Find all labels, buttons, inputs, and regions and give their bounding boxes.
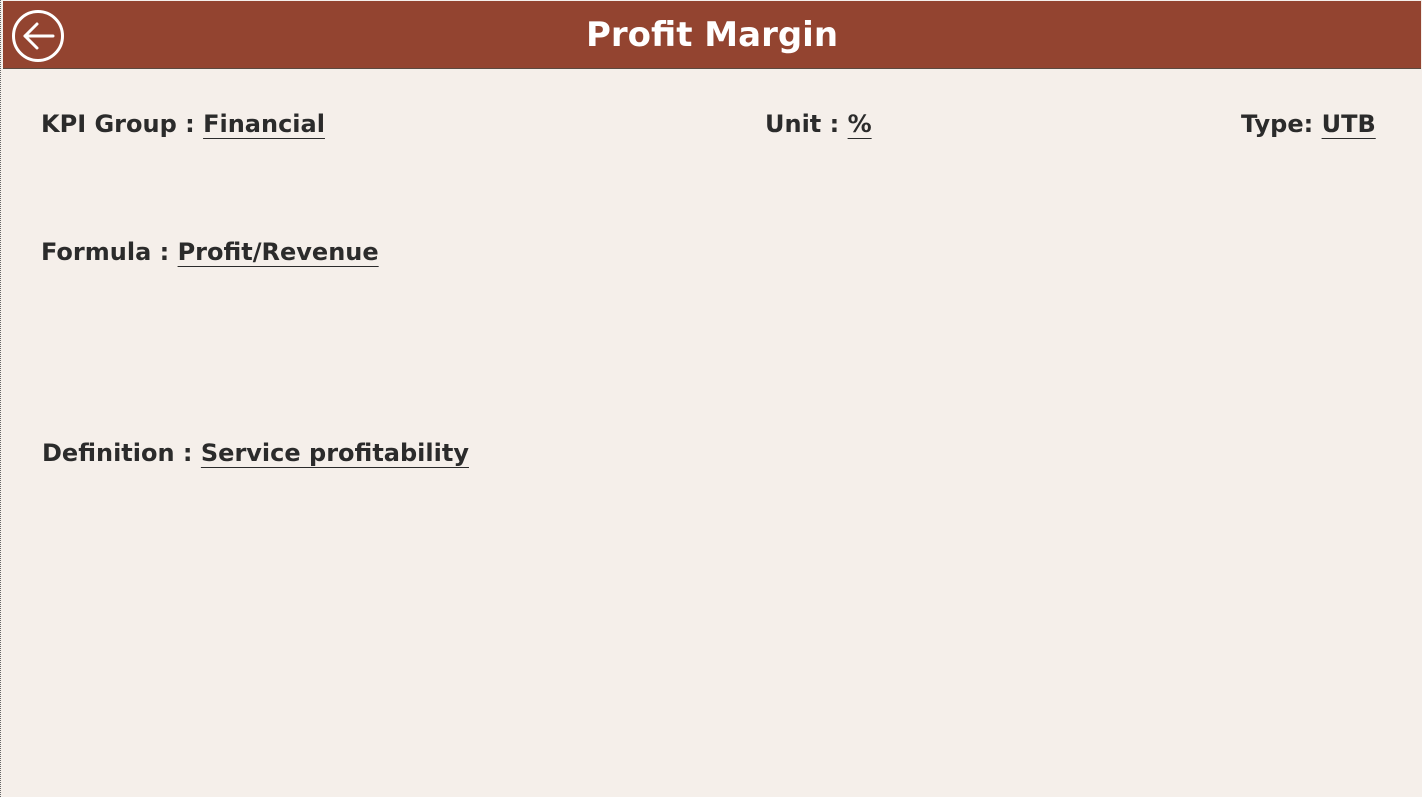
definition-field: Definition : Service profitability xyxy=(42,439,469,467)
page-title: Profit Margin xyxy=(585,15,839,55)
unit-label: Unit : xyxy=(765,110,848,138)
formula-field: Formula : Profit/Revenue xyxy=(41,238,379,266)
unit-value[interactable]: % xyxy=(848,110,872,138)
definition-value[interactable]: Service profitability xyxy=(201,439,469,467)
type-value[interactable]: UTB xyxy=(1322,110,1376,138)
header-bar: Profit Margin xyxy=(3,1,1421,69)
kpi-group-value[interactable]: Financial xyxy=(203,110,325,138)
type-field: Type: UTB xyxy=(1241,110,1376,138)
kpi-group-field: KPI Group : Financial xyxy=(41,110,325,138)
definition-label: Definition : xyxy=(42,439,201,467)
kpi-definition-page: Profit Margin KPI Group : Financial Unit… xyxy=(0,0,1422,797)
kpi-group-label: KPI Group : xyxy=(41,110,204,138)
type-label: Type: xyxy=(1241,110,1322,138)
unit-field: Unit : % xyxy=(765,110,872,138)
formula-value[interactable]: Profit/Revenue xyxy=(178,238,379,266)
formula-label: Formula : xyxy=(41,238,178,266)
